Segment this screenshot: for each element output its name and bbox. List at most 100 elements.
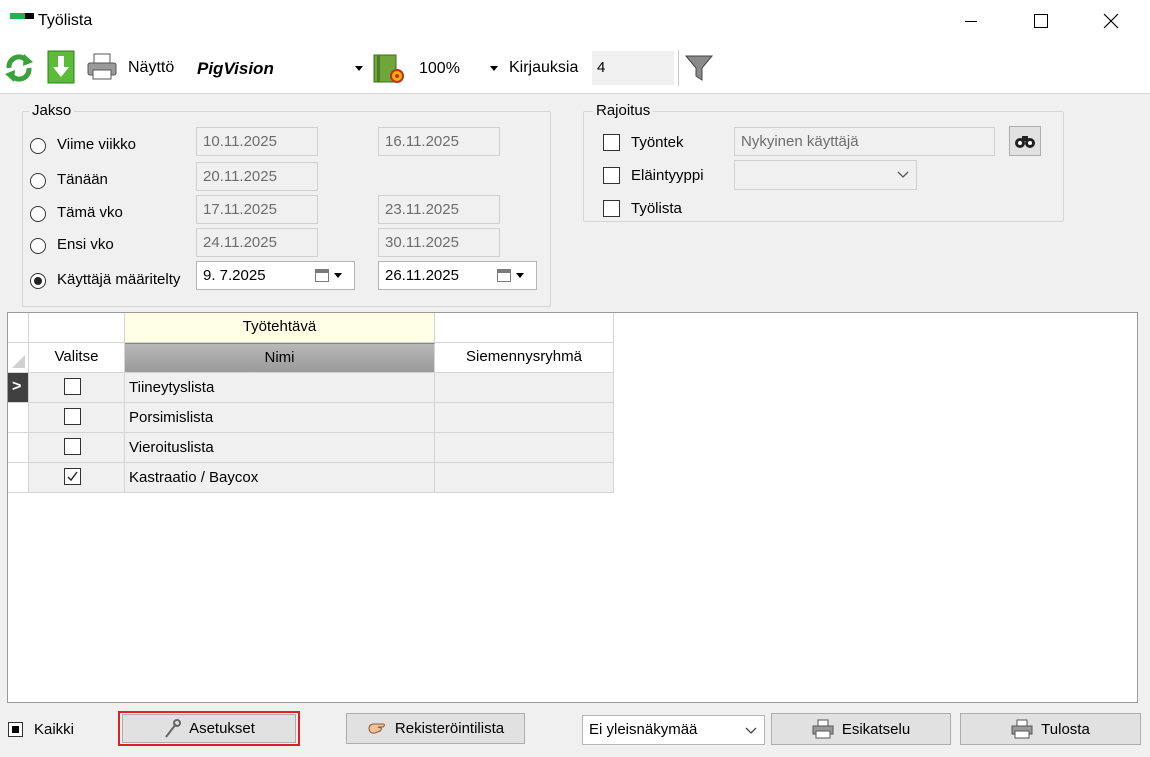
hand-pointer-icon (368, 723, 385, 734)
view-select[interactable]: Ei yleisnäkymää (582, 715, 765, 745)
jakso-to-date: 23.11.2025 (378, 195, 500, 224)
siemennysryhma-cell[interactable] (435, 463, 614, 493)
maximize-icon (1034, 14, 1048, 28)
tyontek-search-button[interactable] (1009, 126, 1041, 156)
title-bar: Työlista (0, 0, 1150, 42)
kaikki-checkbox[interactable] (8, 722, 23, 737)
valitse-cell (29, 463, 125, 493)
valitse-cell (29, 373, 125, 403)
row-indicator[interactable] (8, 403, 29, 433)
from-date-picker-button[interactable] (315, 268, 351, 284)
row-checkbox[interactable] (64, 408, 81, 425)
elaintyyppi-select[interactable] (734, 160, 917, 190)
row-checkbox[interactable] (64, 378, 81, 395)
book-gear-icon (373, 54, 404, 83)
naytto-label: Näyttö (128, 59, 175, 76)
select-all-corner[interactable] (8, 343, 29, 373)
dropdown-arrow-icon (490, 66, 498, 71)
jakso-option-label: Viime viikko (57, 136, 136, 153)
elaintyyppi-checkbox[interactable] (603, 167, 620, 184)
asetukset-label: Asetukset (189, 720, 255, 737)
tyontek-checkbox[interactable] (603, 134, 620, 151)
current-row-marker: > (12, 378, 22, 395)
jakso-to-value: 23.11.2025 (385, 201, 459, 218)
jakso-from-value: 17.11.2025 (203, 201, 277, 218)
jakso-from-date: 24.11.2025 (196, 228, 318, 257)
band-spacer (29, 313, 125, 343)
filter-button[interactable] (683, 52, 715, 84)
print-button[interactable] (86, 52, 118, 82)
zoom-select[interactable]: 100% (413, 51, 501, 83)
column-header-nimi[interactable]: Nimi (125, 343, 435, 373)
jakso-radio[interactable] (30, 238, 46, 254)
rekisterointilista-button[interactable]: Rekisteröintilista (346, 713, 525, 744)
close-button[interactable] (1081, 0, 1141, 42)
filter-icon (684, 55, 714, 81)
chevron-down-icon (745, 727, 757, 734)
jakso-from-value: 24.11.2025 (203, 234, 277, 251)
tyolista-label: Työlista (631, 200, 682, 217)
download-button[interactable] (46, 50, 76, 84)
jakso-to-value: 26.11.2025 (385, 267, 459, 284)
printer-icon (87, 53, 117, 80)
jakso-from-date: 10.11.2025 (196, 127, 318, 156)
nimi-cell[interactable]: Porsimislista (125, 403, 435, 433)
jakso-to-date: 30.11.2025 (378, 228, 500, 257)
tyontek-field[interactable]: Nykyinen käyttäjä (734, 127, 995, 156)
jakso-radio[interactable] (30, 173, 46, 189)
valitse-cell (29, 433, 125, 463)
kirjauksia-count: 4 (592, 51, 674, 85)
jakso-option-label: Tänään (57, 171, 108, 188)
dropdown-arrow-icon (355, 66, 363, 71)
nimi-cell[interactable]: Vieroituslista (125, 433, 435, 463)
band-header-tyotehtava: Työtehtävä (125, 313, 435, 343)
download-arrow-icon (47, 50, 75, 84)
to-date-picker-button[interactable] (497, 268, 533, 284)
app-icon (10, 13, 34, 23)
band-spacer (435, 313, 614, 343)
calendar-icon (315, 269, 329, 282)
dropdown-arrow-icon (516, 273, 524, 278)
nimi-cell[interactable]: Kastraatio / Baycox (125, 463, 435, 493)
jakso-from-date: 20.11.2025 (196, 162, 318, 191)
tyontek-label: Työntek (631, 134, 684, 151)
wrench-icon (165, 718, 182, 738)
nimi-cell[interactable]: Tiineytyslista (125, 373, 435, 403)
elaintyyppi-label: Eläintyyppi (631, 167, 704, 184)
refresh-button[interactable] (3, 52, 35, 84)
maximize-button[interactable] (1011, 0, 1071, 42)
esikatselu-label: Esikatselu (841, 720, 911, 738)
close-icon (1103, 13, 1119, 29)
siemennysryhma-cell[interactable] (435, 433, 614, 463)
row-checkbox[interactable] (64, 468, 81, 485)
jakso-option-label: Tämä vko (57, 204, 123, 221)
siemennysryhma-cell[interactable] (435, 403, 614, 433)
jakso-from-value: 10.11.2025 (203, 133, 277, 150)
naytto-select[interactable]: PigVision (188, 51, 370, 83)
zoom-value: 100% (419, 60, 460, 77)
jakso-to-value: 30.11.2025 (385, 234, 459, 251)
view-select-value: Ei yleisnäkymää (589, 721, 698, 738)
column-header-valitse[interactable]: Valitse (29, 343, 125, 373)
grid-corner (8, 313, 29, 343)
layout-settings-button[interactable] (372, 51, 406, 85)
tyolista-checkbox[interactable] (603, 200, 620, 217)
toolbar-separator (678, 50, 679, 86)
minimize-button[interactable] (941, 0, 1001, 42)
row-checkbox[interactable] (64, 438, 81, 455)
rajoitus-title: Rajoitus (593, 102, 654, 119)
row-indicator[interactable]: > (8, 373, 29, 403)
siemennysryhma-cell[interactable] (435, 373, 614, 403)
asetukset-button[interactable]: Asetukset (122, 714, 296, 743)
row-indicator[interactable] (8, 433, 29, 463)
row-indicator[interactable] (8, 463, 29, 493)
jakso-radio[interactable] (30, 273, 46, 289)
tulosta-button[interactable]: Tulosta (960, 713, 1141, 745)
jakso-radio[interactable] (30, 206, 46, 222)
column-header-siemennysryhma[interactable]: Siemennysryhmä (435, 343, 614, 373)
jakso-option-label: Ensi vko (57, 236, 114, 253)
jakso-radio[interactable] (30, 138, 46, 154)
tulosta-label: Tulosta (1041, 720, 1090, 738)
esikatselu-button[interactable]: Esikatselu (771, 713, 951, 745)
jakso-title: Jakso (29, 102, 75, 119)
